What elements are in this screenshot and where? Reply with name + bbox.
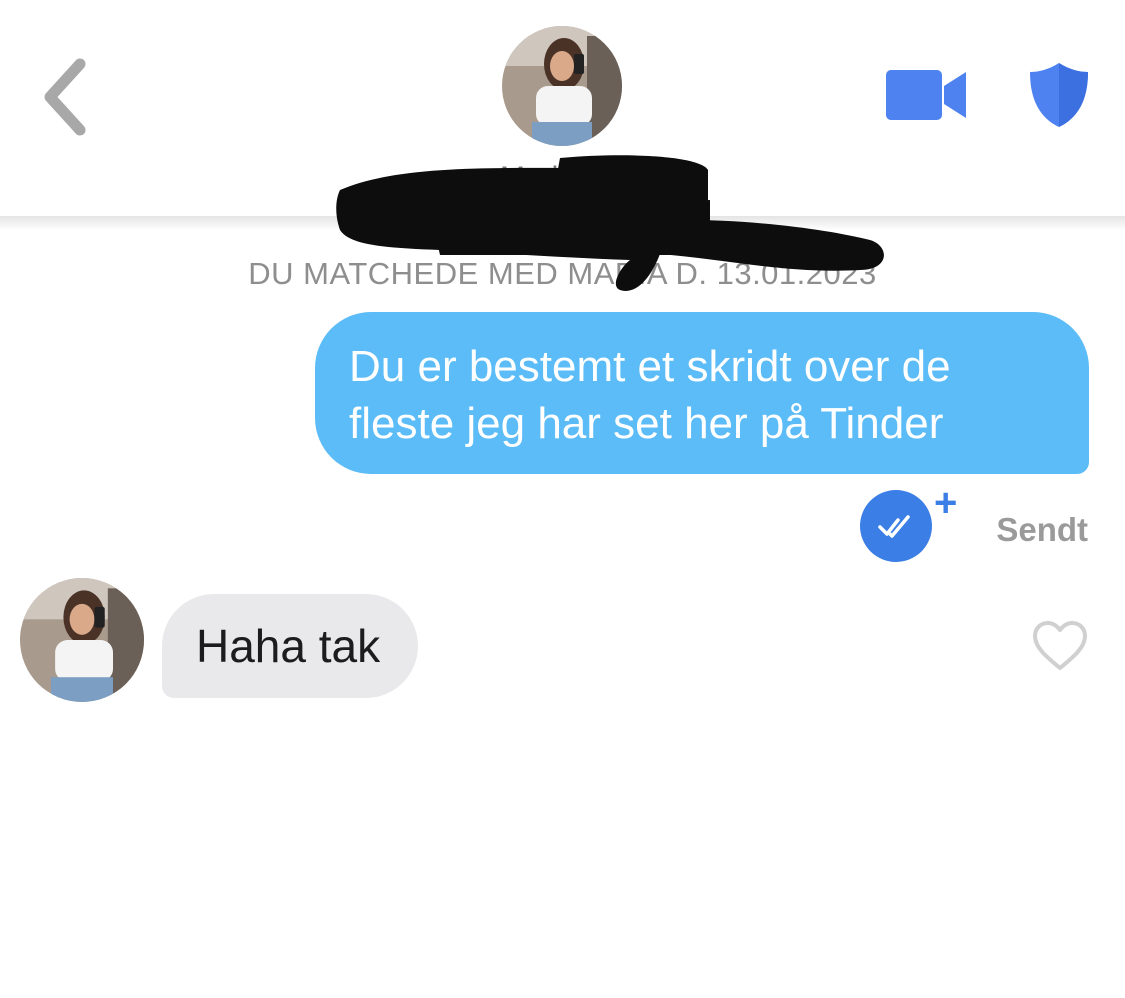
match-date-banner: DU MATCHEDE MED MARIA D. 13.01.2023: [0, 254, 1125, 294]
profile-photo: [502, 26, 622, 146]
like-message-button[interactable]: [1030, 618, 1090, 674]
message-status-row: + Sendt: [858, 481, 1098, 562]
video-call-button[interactable]: [884, 66, 970, 124]
read-receipt-button[interactable]: [860, 490, 932, 562]
received-message-bubble[interactable]: Haha tak: [162, 594, 419, 698]
sent-message-bubble[interactable]: Du er bestemt et skridt over de fleste j…: [315, 312, 1089, 474]
chevron-left-icon: [44, 58, 86, 136]
plus-icon: +: [934, 481, 958, 525]
match-banner-text: DU MATCHEDE MED MARIA D. 13.01.2023: [248, 256, 877, 291]
video-camera-icon: [886, 70, 966, 120]
double-check-icon: [878, 515, 910, 538]
match-avatar[interactable]: [502, 26, 622, 146]
heart-icon: [1033, 621, 1087, 670]
chat-header: Maria: [0, 0, 1125, 218]
profile-photo: [20, 578, 144, 702]
back-button[interactable]: [30, 52, 100, 142]
shield-icon: [1030, 63, 1088, 127]
sent-message-text: Du er bestemt et skridt over de fleste j…: [349, 342, 951, 448]
header-divider: [0, 216, 1125, 230]
chat-screen: Maria DU MATCHEDE MED MARIA D. 13.01.202…: [0, 0, 1125, 998]
message-status-label: Sendt: [996, 511, 1088, 548]
safety-toolkit-button[interactable]: [1026, 60, 1092, 130]
received-message-text: Haha tak: [196, 620, 381, 672]
sender-avatar[interactable]: [20, 578, 144, 702]
verified-badge-icon: [595, 167, 621, 193]
